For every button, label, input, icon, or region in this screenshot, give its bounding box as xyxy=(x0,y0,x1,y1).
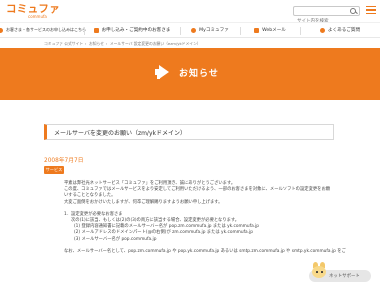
person-icon xyxy=(0,27,3,33)
breadcrumb-current: メールサーバ 設定変更のお願い（ezm/ykドメイン） xyxy=(109,41,201,46)
nav-item-customers[interactable]: お申し込み・ご契約中のお客さま xyxy=(84,23,180,37)
category-badge: サービス xyxy=(44,166,64,174)
megaphone-icon xyxy=(155,65,171,79)
article-date: 2008年7月7日 xyxy=(44,158,84,164)
nav-item-webmail[interactable]: Webメール xyxy=(240,23,300,37)
global-nav: お客さま・各サービスのお申し込みはこちら お申し込み・ご契約中のお客さま Myコ… xyxy=(0,22,380,38)
logo-sub-text: commufa xyxy=(28,14,47,19)
mail-icon xyxy=(254,27,260,33)
article-body: 平素は弊社光ネットサービス「コミュファ」をご利用頂き、誠にありがとうございます。… xyxy=(64,181,346,255)
commufa-logo[interactable]: コミュファ commufa xyxy=(6,3,60,19)
breadcrumb: コミュファ 公式サイト › お知らせ › メールサーバ 設定変更のお願い（ezm/y… xyxy=(44,41,201,46)
nav-item-faq[interactable]: よくあるご質問 xyxy=(300,23,380,37)
support-character-icon[interactable] xyxy=(311,262,327,278)
heart-icon xyxy=(191,27,197,33)
site-search xyxy=(293,6,360,26)
nav-item-label: お申し込み・ご契約中のお客さま xyxy=(101,28,171,33)
question-icon xyxy=(319,27,325,33)
menu-icon[interactable] xyxy=(366,6,376,15)
breadcrumb-home[interactable]: コミュファ 公式サイト xyxy=(44,41,83,46)
body-line: なお、メールサーバー名として、pop.zm.commufa.jp や pop.y… xyxy=(64,248,346,254)
search-icon[interactable] xyxy=(349,7,358,15)
nav-item-apply[interactable]: お客さま・各サービスのお申し込みはこちら xyxy=(0,23,86,37)
site-header: コミュファ commufa お客さま・各サービスのお申し込みはこちら お申し込み… xyxy=(0,0,380,44)
article-title: メールサーバを変更のお願い（zm/ykドメイン） xyxy=(54,130,186,137)
article-title-box: メールサーバを変更のお願い（zm/ykドメイン） xyxy=(44,124,334,140)
nav-item-mycommufa[interactable]: Myコミュファ xyxy=(180,23,240,37)
nav-item-label: お客さま・各サービスのお申し込みはこちら xyxy=(6,27,86,32)
nav-item-label: よくあるご質問 xyxy=(327,28,361,33)
breadcrumb-news[interactable]: お知らせ xyxy=(89,41,104,46)
page-banner: お知らせ xyxy=(0,48,380,100)
document-icon xyxy=(93,27,99,33)
main-content: メールサーバを変更のお願い（zm/ykドメイン） 2008年7月7日 サービス … xyxy=(0,100,380,285)
page-title: お知らせ xyxy=(179,68,219,79)
nav-item-label: Myコミュファ xyxy=(199,28,229,33)
chat-support-label: ネットサポート xyxy=(329,274,360,279)
nav-item-label: Webメール xyxy=(262,28,286,33)
